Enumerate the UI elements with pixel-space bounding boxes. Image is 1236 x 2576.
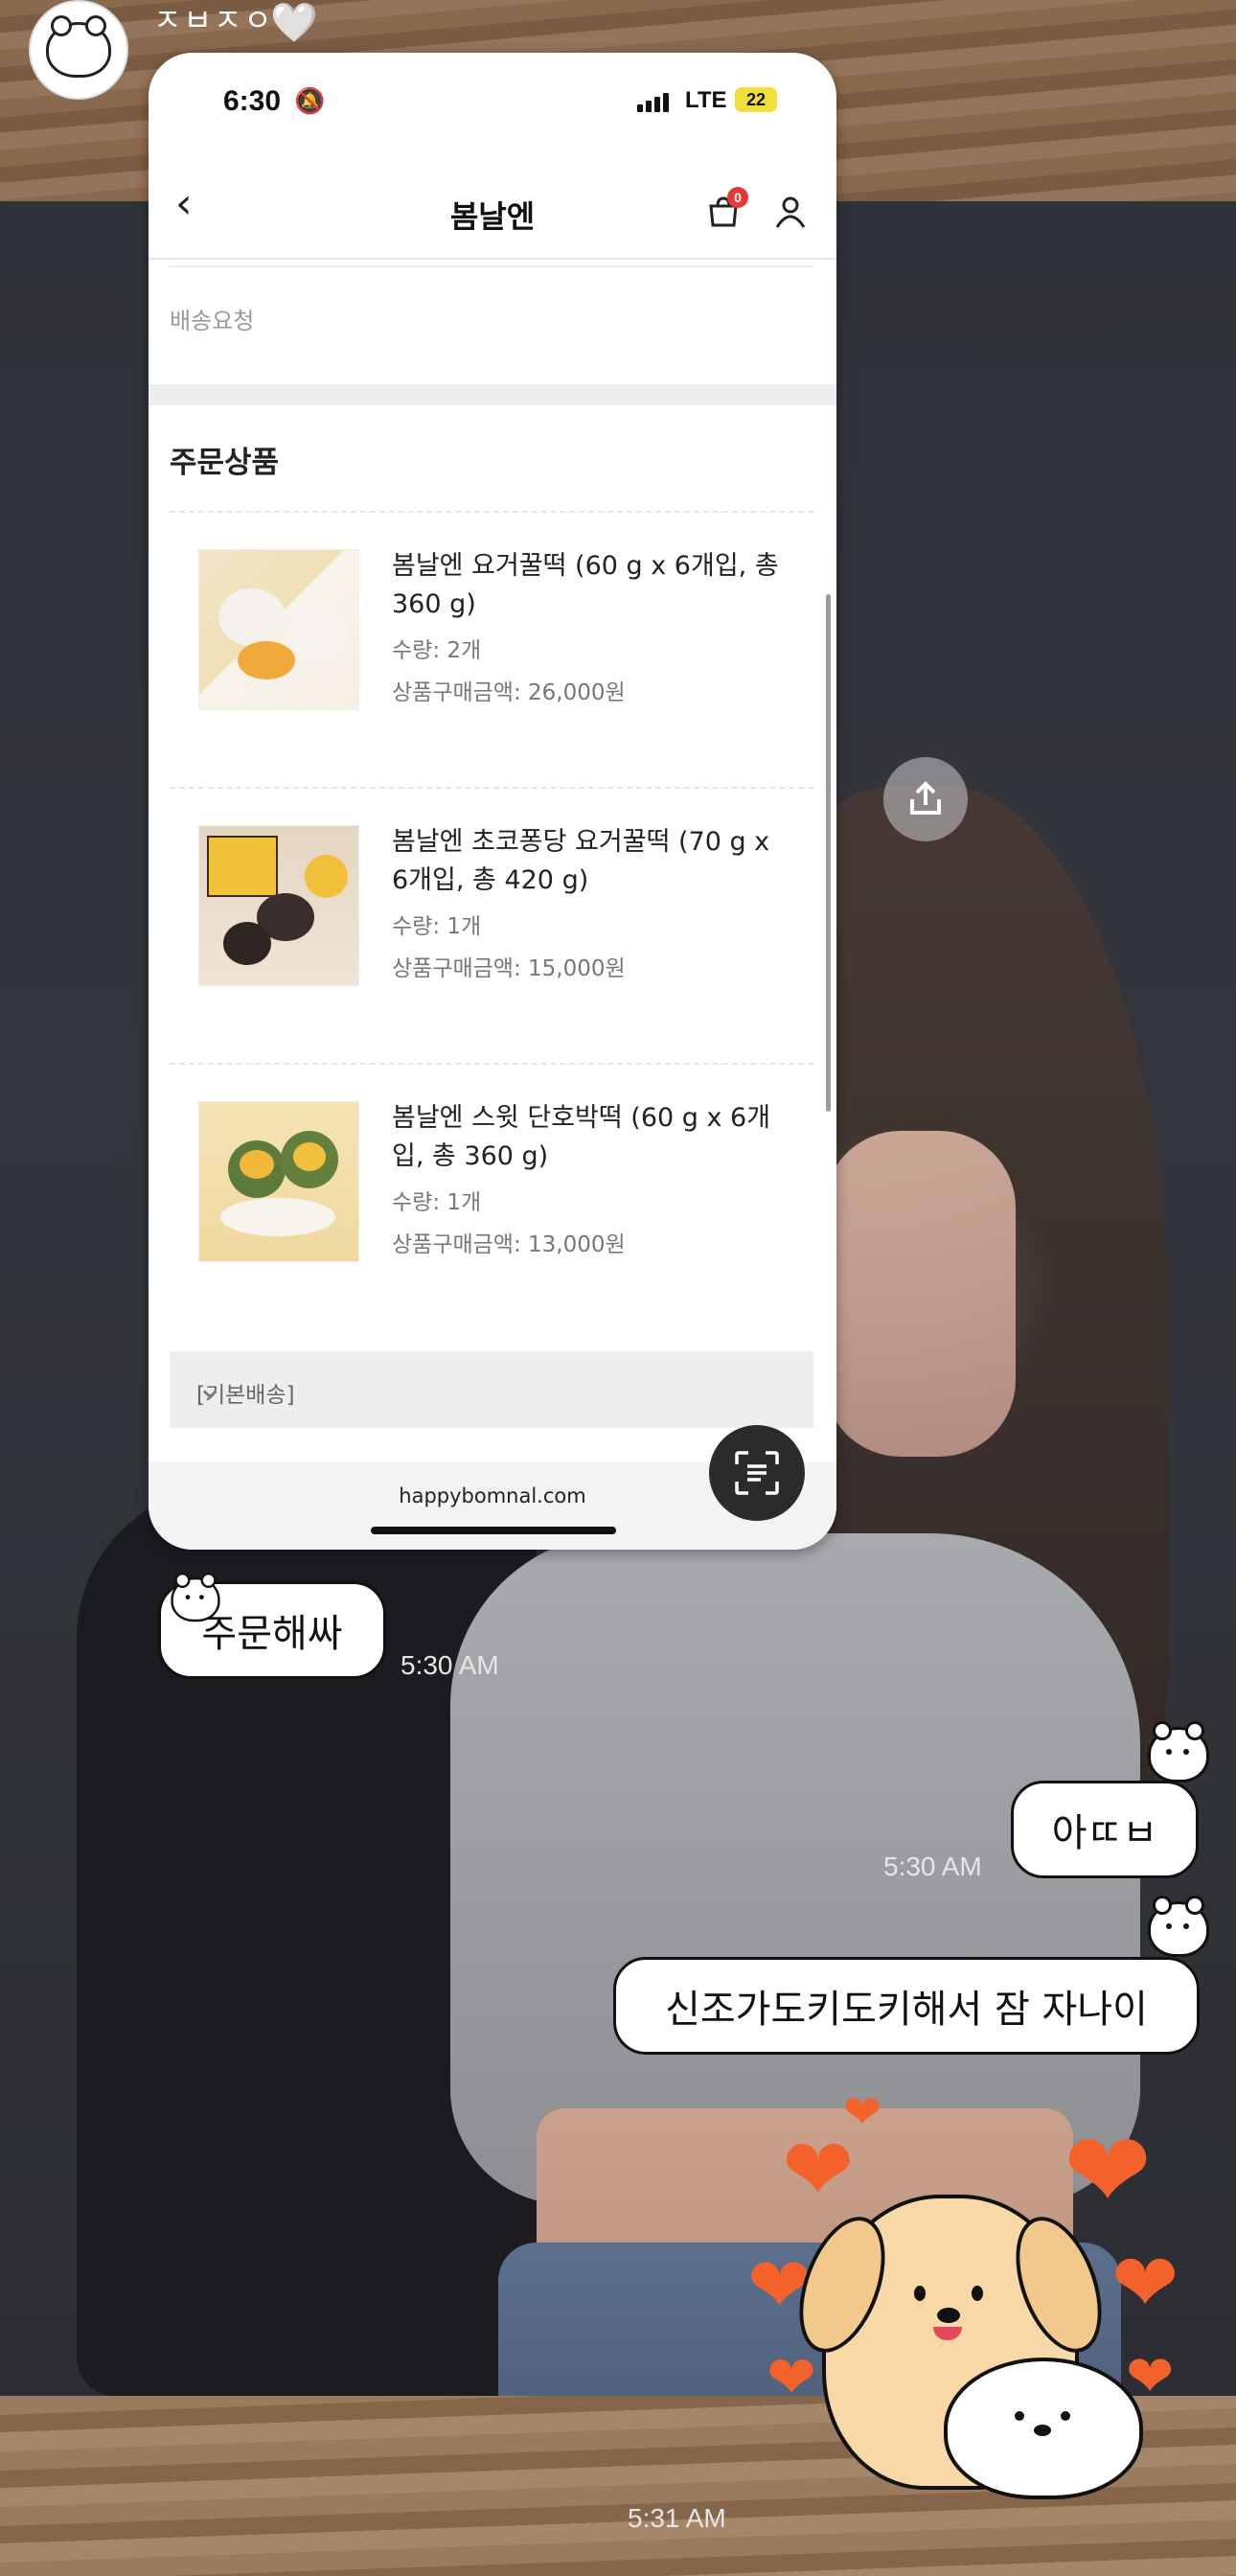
- share-icon[interactable]: [883, 757, 968, 841]
- bear-sticker-icon: [1148, 1896, 1209, 1957]
- white-heart-icon: 🤍: [270, 1, 318, 45]
- battery-icon: 22: [735, 87, 777, 112]
- heart-icon: ❤: [1064, 2109, 1153, 2232]
- signal-icon: [637, 93, 669, 112]
- delivery-request-field[interactable]: 배송요청: [170, 265, 813, 354]
- shipping-dropdown[interactable]: [기본배송] ⌄: [170, 1351, 813, 1428]
- order-item[interactable]: 봄날엔 초코퐁당 요거꿀떡 (70 g x 6개입, 총 420 g) 수량: …: [170, 789, 813, 1065]
- section-title: 주문상품: [170, 446, 280, 480]
- home-indicator: [371, 1527, 616, 1534]
- chat-bubble: 아ㄸㅂ: [1011, 1781, 1199, 1878]
- product-thumbnail: [198, 1101, 359, 1262]
- chat-timestamp: 5:31 AM: [628, 2503, 726, 2533]
- bear-sticker-icon: [171, 1573, 220, 1622]
- heart-icon: ❤: [843, 2085, 882, 2139]
- product-quantity: 수량: 1개: [392, 1190, 482, 1215]
- cart-count-badge: 0: [727, 187, 748, 208]
- story-username: ㅈㅂㅈㅇ: [153, 2, 274, 38]
- user-icon[interactable]: [773, 195, 808, 229]
- product-quantity: 수량: 2개: [392, 638, 482, 663]
- heart-icon: ❤: [1111, 2236, 1179, 2330]
- person-hand: [824, 1131, 1016, 1457]
- bear-icon: [46, 15, 111, 78]
- puppy-eye: [972, 2286, 983, 2301]
- status-bar: 6:30 🔕 LTE 22: [149, 53, 836, 149]
- puppy-eye: [914, 2286, 926, 2301]
- bear-sticker-icon: [1148, 1721, 1209, 1782]
- product-name: 봄날엔 초코퐁당 요거꿀떡 (70 g x 6개입, 총 420 g): [392, 827, 770, 895]
- product-price: 상품구매금액: 13,000원: [392, 1232, 626, 1257]
- product-name: 봄날엔 요거꿀떡 (60 g x 6개입, 총 360 g): [392, 551, 779, 619]
- network-label: LTE: [685, 87, 727, 113]
- product-price: 상품구매금액: 15,000원: [392, 956, 626, 981]
- scan-icon[interactable]: [709, 1425, 805, 1521]
- chat-message: 아ㄸㅂ: [1051, 1811, 1158, 1855]
- chat-timestamp: 5:30 AM: [401, 1650, 499, 1680]
- nav-divider: [149, 258, 836, 260]
- product-thumbnail: [198, 825, 359, 986]
- heart-icon: ❤: [767, 2342, 816, 2412]
- chat-bubble: 신조가도키도키해서 잠 자나이: [613, 1957, 1200, 2055]
- product-price: 상품구매금액: 26,000원: [392, 680, 626, 705]
- white-dog-sticker: [944, 2358, 1143, 2499]
- section-gap: [149, 384, 836, 405]
- chevron-down-icon: ⌄: [196, 1368, 224, 1407]
- profile-avatar[interactable]: [29, 0, 128, 100]
- delivery-request-label: 배송요청: [170, 308, 255, 334]
- bell-off-icon: 🔕: [294, 87, 326, 116]
- product-thumbnail: [198, 549, 359, 710]
- status-time: 6:30: [223, 85, 282, 117]
- scrollbar[interactable]: [826, 594, 831, 1112]
- order-item[interactable]: 봄날엔 스윗 단호박떡 (60 g x 6개입, 총 360 g) 수량: 1개…: [170, 1065, 813, 1341]
- nav-bar: ‹ 봄날엔 0: [149, 160, 836, 256]
- puppy-nose: [937, 2308, 960, 2323]
- chat-timestamp: 5:30 AM: [883, 1852, 982, 1881]
- order-item[interactable]: 봄날엔 요거꿀떡 (60 g x 6개입, 총 360 g) 수량: 2개 상품…: [170, 513, 813, 789]
- chat-message: 주문해싸: [201, 1612, 343, 1656]
- product-quantity: 수량: 1개: [392, 914, 482, 939]
- product-name: 봄날엔 스윗 단호박떡 (60 g x 6개입, 총 360 g): [392, 1103, 771, 1171]
- shop-screenshot: 6:30 🔕 LTE 22 ‹ 봄날엔 0 배송요청 주문상품 봄날엔 요거꿀떡…: [149, 53, 836, 1550]
- chat-message: 신조가도키도키해서 잠 자나이: [665, 1988, 1148, 2032]
